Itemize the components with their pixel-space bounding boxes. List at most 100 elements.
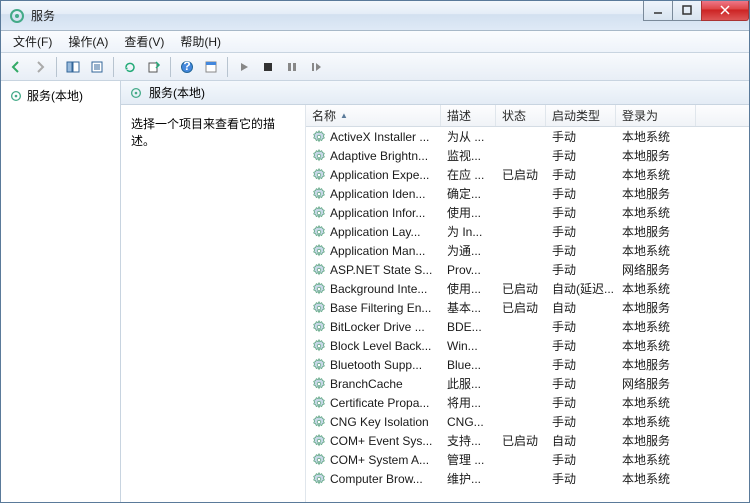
gear-icon [312,377,326,391]
service-row[interactable]: COM+ System A...管理 ...手动本地系统 [306,450,749,469]
cell-desc: 使用... [441,280,496,297]
title-bar[interactable]: 服务 [1,1,749,31]
service-row[interactable]: Base Filtering En...基本...已启动自动本地服务 [306,298,749,317]
column-status[interactable]: 状态 [496,105,546,126]
service-row[interactable]: Application Iden...确定...手动本地服务 [306,184,749,203]
list-body[interactable]: ActiveX Installer ...为从 ...手动本地系统Adaptiv… [306,127,749,502]
cell-startup: 手动 [546,242,616,259]
menu-help[interactable]: 帮助(H) [172,31,229,52]
cell-startup: 自动 [546,432,616,449]
content-area: 服务(本地) 服务(本地) 选择一个项目来查看它的描述。 名称▲ 描述 状态 启… [1,81,749,502]
gear-icon [312,263,326,277]
cell-startup: 手动 [546,337,616,354]
cell-startup: 手动 [546,166,616,183]
description-prompt: 选择一个项目来查看它的描述。 [131,115,295,149]
cell-status: 已启动 [496,432,546,449]
menu-view[interactable]: 查看(V) [116,31,172,52]
service-row[interactable]: BitLocker Drive ...BDE...手动本地系统 [306,317,749,336]
cell-startup: 手动 [546,185,616,202]
export-button[interactable] [86,56,108,78]
service-row[interactable]: Application Infor...使用...手动本地系统 [306,203,749,222]
app-icon [9,8,25,24]
pane-body: 选择一个项目来查看它的描述。 名称▲ 描述 状态 启动类型 登录为 Active… [121,105,749,502]
cell-desc: 此服... [441,375,496,392]
cell-name: Background Inte... [306,282,441,296]
column-name[interactable]: 名称▲ [306,105,441,126]
column-description[interactable]: 描述 [441,105,496,126]
pause-service-button[interactable] [281,56,303,78]
gear-icon [312,206,326,220]
cell-startup: 自动(延迟... [546,280,616,297]
minimize-button[interactable] [643,1,673,21]
cell-desc: 基本... [441,299,496,316]
cell-logon: 本地系统 [616,204,696,221]
gear-icon [312,168,326,182]
service-row[interactable]: Block Level Back...Win...手动本地系统 [306,336,749,355]
service-row[interactable]: Background Inte...使用...已启动自动(延迟...本地系统 [306,279,749,298]
cell-logon: 网络服务 [616,261,696,278]
cell-desc: BDE... [441,320,496,334]
cell-logon: 本地系统 [616,337,696,354]
close-button[interactable] [701,1,749,21]
cell-logon: 本地系统 [616,470,696,487]
service-row[interactable]: Application Man...为通...手动本地系统 [306,241,749,260]
console-tree[interactable]: 服务(本地) [1,81,121,502]
cell-name: Adaptive Brightn... [306,149,441,163]
cell-startup: 手动 [546,451,616,468]
refresh-button[interactable] [119,56,141,78]
gear-icon [312,434,326,448]
window-buttons [644,1,749,21]
service-row[interactable]: Certificate Propa...将用...手动本地系统 [306,393,749,412]
cell-name: Certificate Propa... [306,396,441,410]
description-panel: 选择一个项目来查看它的描述。 [121,105,306,502]
service-row[interactable]: Application Lay...为 In...手动本地服务 [306,222,749,241]
cell-desc: 确定... [441,185,496,202]
cell-name: Bluetooth Supp... [306,358,441,372]
menu-action[interactable]: 操作(A) [60,31,116,52]
service-row[interactable]: Adaptive Brightn...监视...手动本地服务 [306,146,749,165]
cell-desc: 为从 ... [441,128,496,145]
svg-text:?: ? [183,60,190,73]
forward-button[interactable] [29,56,51,78]
service-row[interactable]: ActiveX Installer ...为从 ...手动本地系统 [306,127,749,146]
help-button[interactable]: ? [176,56,198,78]
service-row[interactable]: COM+ Event Sys...支持...已启动自动本地服务 [306,431,749,450]
cell-desc: 监视... [441,147,496,164]
properties-button[interactable] [200,56,222,78]
start-service-button[interactable] [233,56,255,78]
toolbar-separator [113,57,114,77]
restart-service-button[interactable] [305,56,327,78]
service-row[interactable]: Bluetooth Supp...Blue...手动本地服务 [306,355,749,374]
menu-file[interactable]: 文件(F) [5,31,60,52]
column-startup[interactable]: 启动类型 [546,105,616,126]
cell-name: ASP.NET State S... [306,263,441,277]
cell-logon: 本地系统 [616,318,696,335]
service-row[interactable]: CNG Key IsolationCNG...手动本地系统 [306,412,749,431]
cell-name: Base Filtering En... [306,301,441,315]
cell-startup: 手动 [546,470,616,487]
tree-root-services[interactable]: 服务(本地) [5,85,116,106]
cell-logon: 本地服务 [616,356,696,373]
cell-logon: 本地系统 [616,166,696,183]
gear-icon [312,301,326,315]
cell-logon: 本地系统 [616,242,696,259]
maximize-button[interactable] [672,1,702,21]
service-row[interactable]: Application Expe...在应 ...已启动手动本地系统 [306,165,749,184]
service-row[interactable]: ASP.NET State S...Prov...手动网络服务 [306,260,749,279]
gear-icon [312,339,326,353]
cell-logon: 本地服务 [616,299,696,316]
cell-name: COM+ System A... [306,453,441,467]
cell-startup: 手动 [546,223,616,240]
cell-name: Computer Brow... [306,472,441,486]
cell-logon: 本地系统 [616,394,696,411]
cell-name: Application Infor... [306,206,441,220]
toolbar-separator [227,57,228,77]
stop-service-button[interactable] [257,56,279,78]
service-row[interactable]: BranchCache此服...手动网络服务 [306,374,749,393]
back-button[interactable] [5,56,27,78]
show-hide-tree-button[interactable] [62,56,84,78]
export-list-button[interactable] [143,56,165,78]
gear-icon [312,187,326,201]
service-row[interactable]: Computer Brow...维护...手动本地系统 [306,469,749,488]
column-logon[interactable]: 登录为 [616,105,696,126]
